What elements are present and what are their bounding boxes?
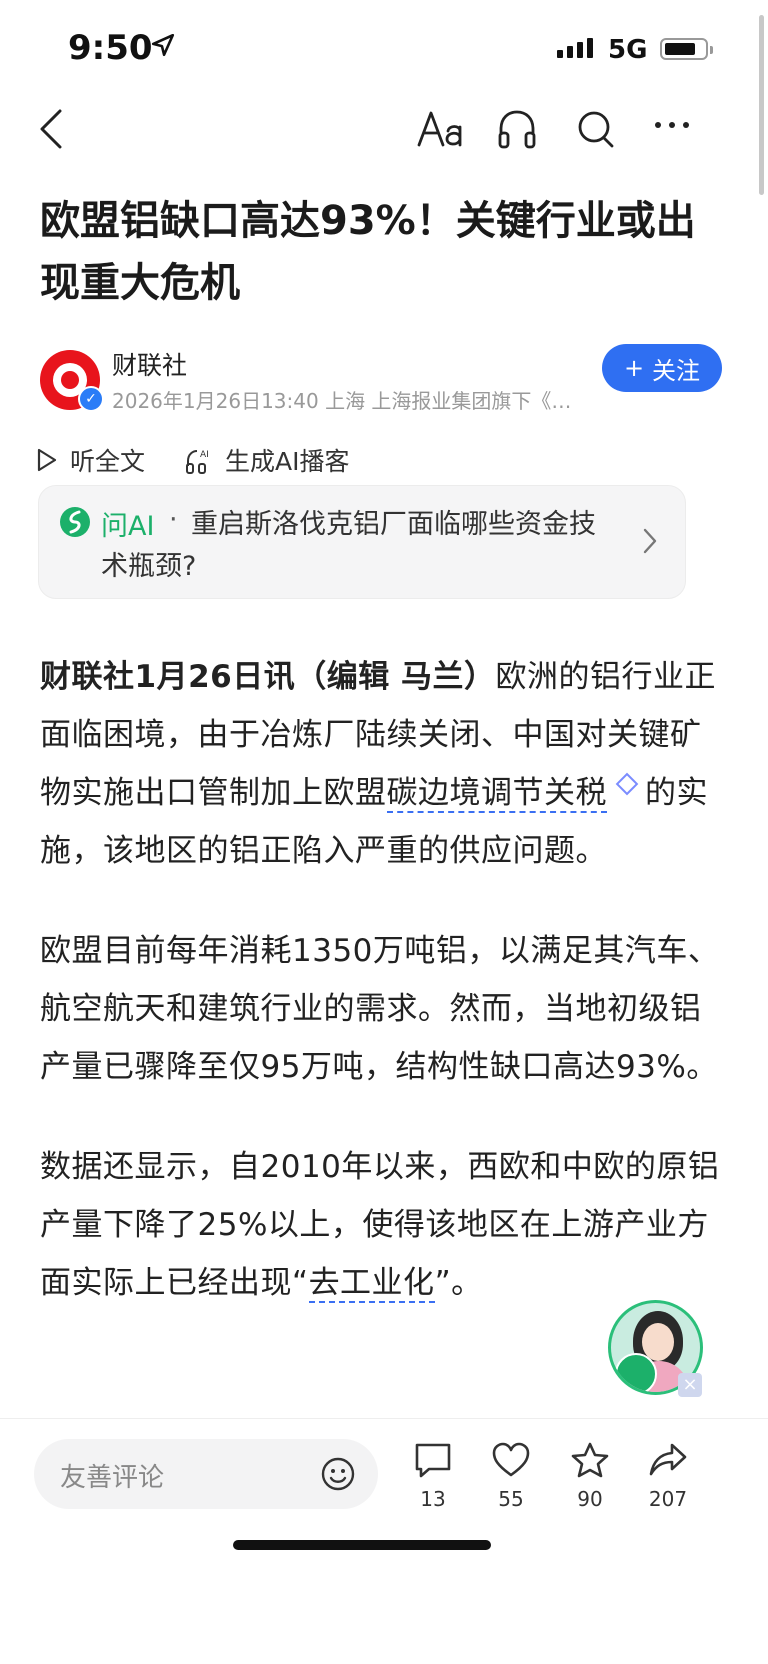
svg-text:AI: AI <box>200 450 209 460</box>
ai-question: 重启斯洛伐克铝厂面临哪些资金技术瓶颈? <box>101 509 596 582</box>
comments-button[interactable]: 13 <box>398 1441 468 1511</box>
source-name[interactable]: 财联社 <box>112 346 187 382</box>
heart-icon <box>492 1442 530 1477</box>
chevron-right-icon <box>643 528 657 554</box>
share-button[interactable]: 207 <box>633 1441 703 1511</box>
ai-headphones-icon: AI <box>186 450 209 474</box>
ai-separator: · <box>169 504 178 535</box>
ai-logo-icon <box>60 507 90 537</box>
favorite-count: 90 <box>577 1487 603 1511</box>
paragraph-1: 财联社1月26日讯（编辑 马兰）欧洲的铝行业正面临困境，由于冶炼厂陆续关闭、中国… <box>40 659 717 869</box>
status-time: 9:50 <box>68 28 153 68</box>
author-row: ✓ 财联社 2026年1月26日13:40 上海 上海报业集团旗下《… + 关注 <box>40 344 730 413</box>
more-icon[interactable] <box>652 117 692 133</box>
signal-icon <box>557 38 593 58</box>
ai-explain-icon[interactable] <box>615 772 639 795</box>
comment-count: 13 <box>420 1487 446 1511</box>
location-arrow-icon <box>151 33 175 57</box>
home-indicator[interactable] <box>233 1540 491 1550</box>
keyword-link[interactable]: 去工业化 <box>308 1265 435 1303</box>
paragraph-3: 数据还显示，自2010年以来，西欧和中欧的原铝产量下降了25%以上，使得该地区在… <box>40 1149 720 1303</box>
ai-label: 问AI <box>101 511 155 542</box>
star-icon <box>571 1442 609 1478</box>
battery-icon <box>660 38 713 60</box>
status-bar: 9:50 5G <box>0 0 768 100</box>
headphones-icon[interactable] <box>496 107 538 151</box>
close-icon[interactable]: × <box>678 1373 702 1397</box>
share-icon <box>649 1443 687 1476</box>
follow-label: 关注 <box>652 356 701 385</box>
favorite-button[interactable]: 90 <box>555 1441 625 1511</box>
share-count: 207 <box>648 1487 688 1511</box>
ai-podcast-button[interactable]: AI 生成AI播客 <box>185 442 350 478</box>
font-size-icon[interactable] <box>416 107 466 151</box>
top-nav <box>0 95 768 165</box>
podcast-label: 生成AI播客 <box>225 447 350 476</box>
source-avatar[interactable]: ✓ <box>40 350 104 412</box>
verified-icon: ✓ <box>78 386 104 412</box>
emoji-icon[interactable] <box>320 1456 356 1492</box>
listen-label: 听全文 <box>70 447 146 476</box>
comment-input[interactable]: 友善评论 <box>34 1439 378 1509</box>
comment-icon <box>415 1443 451 1478</box>
play-icon <box>37 448 57 472</box>
listen-button[interactable]: 听全文 <box>36 442 145 478</box>
comment-placeholder: 友善评论 <box>60 1463 165 1493</box>
article-actions: 听全文 AI 生成AI播客 <box>36 440 390 480</box>
article-lead: 财联社1月26日讯（编辑 马兰） <box>40 659 496 695</box>
plus-icon: + <box>623 354 645 382</box>
search-icon[interactable] <box>575 107 617 151</box>
ai-logo-icon <box>615 1353 657 1392</box>
paragraph-2: 欧盟目前每年消耗1350万吨铝，以满足其汽车、航空航天和建筑行业的需求。然而，当… <box>40 933 720 1085</box>
network-type: 5G <box>608 35 648 65</box>
like-button[interactable]: 55 <box>476 1441 546 1511</box>
chevron-left-icon[interactable] <box>36 107 66 151</box>
article-meta: 2026年1月26日13:40 上海 上海报业集团旗下《… <box>112 389 572 413</box>
follow-button[interactable]: + 关注 <box>602 344 722 392</box>
like-count: 55 <box>498 1487 524 1511</box>
article-body: 财联社1月26日讯（编辑 马兰）欧洲的铝行业正面临困境，由于冶炼厂陆续关闭、中国… <box>40 648 730 1354</box>
ask-ai-card[interactable]: 重启斯洛伐克铝厂面临哪些资金技术瓶颈? 问AI · <box>38 485 686 599</box>
keyword-link[interactable]: 碳边境调节关税 <box>386 775 607 813</box>
article-title: 欧盟铝缺口高达93%！关键行业或出现重大危机 <box>40 198 696 306</box>
